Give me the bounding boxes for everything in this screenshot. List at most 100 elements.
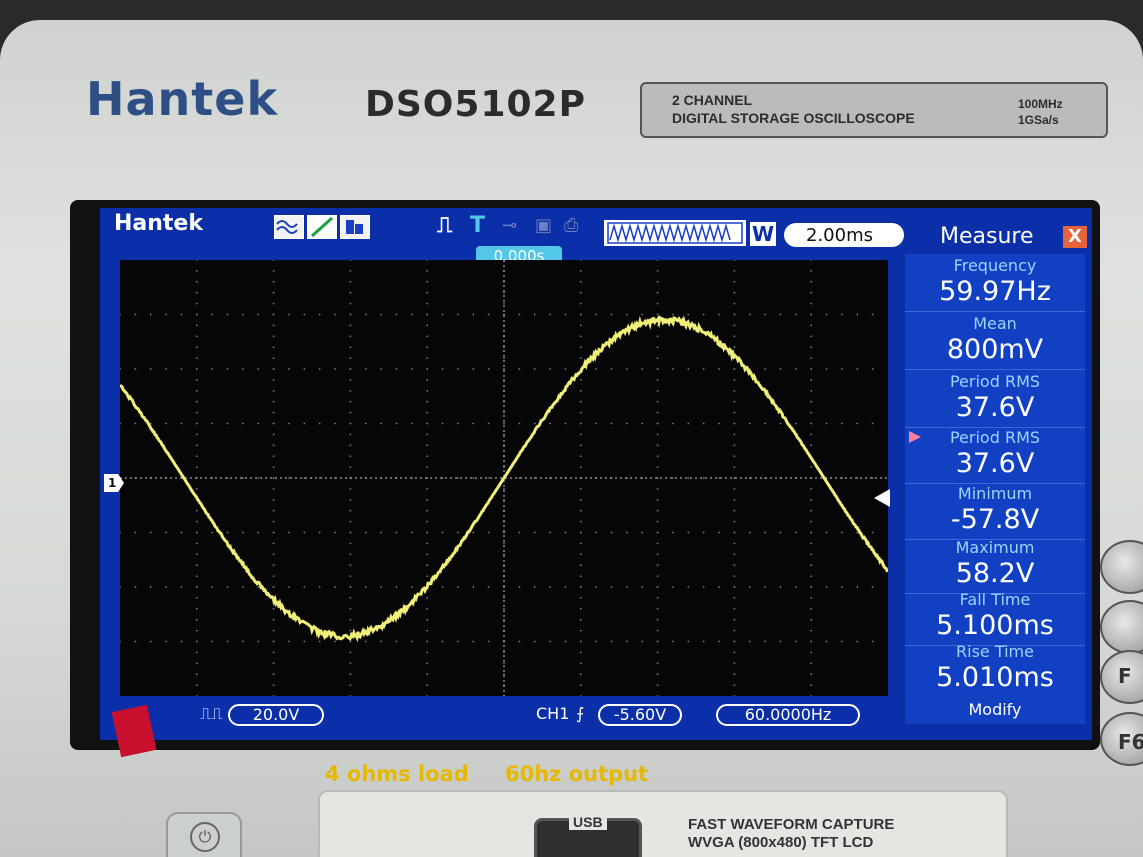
grid-dot bbox=[780, 314, 782, 316]
grid-dot bbox=[120, 368, 121, 370]
grid-dot bbox=[580, 434, 582, 436]
grid-dot bbox=[211, 586, 213, 588]
measure-item-period-rms[interactable]: Period RMS 37.6V bbox=[905, 370, 1085, 428]
grid-dot bbox=[641, 532, 643, 534]
grid-dot bbox=[841, 368, 843, 370]
grid-dot bbox=[518, 477, 520, 479]
grid-dot bbox=[611, 314, 613, 316]
grid-dot bbox=[749, 314, 751, 316]
grid-dot bbox=[273, 357, 275, 359]
grid-dot bbox=[150, 314, 152, 316]
grid-dot bbox=[426, 368, 428, 370]
ch1-volts-div-readout[interactable]: 20.0V bbox=[228, 704, 324, 726]
grid-dot bbox=[657, 662, 659, 664]
grid-dot bbox=[826, 641, 828, 643]
close-measure-button[interactable]: X bbox=[1063, 226, 1087, 248]
grid-dot bbox=[503, 357, 505, 359]
grid-dot bbox=[196, 521, 198, 523]
grid-dot bbox=[134, 586, 136, 588]
persistence-icon[interactable] bbox=[340, 215, 370, 239]
measure-item-frequency[interactable]: Frequency 59.97Hz bbox=[905, 254, 1085, 312]
grid-dot bbox=[196, 630, 198, 632]
grid-dot bbox=[134, 423, 136, 425]
grid-dot bbox=[426, 641, 428, 643]
grid-dot bbox=[810, 466, 812, 468]
grid-dot bbox=[718, 314, 720, 316]
measure-item-maximum[interactable]: Maximum 58.2V bbox=[905, 536, 1085, 594]
grid-dot bbox=[549, 586, 551, 588]
grid-dot bbox=[734, 292, 736, 294]
grid-dot bbox=[350, 466, 352, 468]
grid-dot bbox=[734, 260, 736, 261]
grid-dot bbox=[196, 292, 198, 294]
grid-dot bbox=[595, 532, 597, 534]
grid-dot bbox=[365, 532, 367, 534]
grid-dot bbox=[396, 368, 398, 370]
grid-dot bbox=[657, 553, 659, 555]
grid-dot bbox=[657, 532, 659, 534]
grid-dot bbox=[380, 314, 382, 316]
grid-dot bbox=[273, 619, 275, 621]
grid-dot bbox=[565, 314, 567, 316]
grid-dot bbox=[810, 543, 812, 545]
grid-dot bbox=[734, 379, 736, 381]
grid-dot bbox=[380, 586, 382, 588]
grid-dot bbox=[672, 477, 674, 479]
timebase-readout[interactable]: 2.00ms bbox=[784, 223, 904, 247]
grid-dot bbox=[534, 532, 536, 534]
grid-dot bbox=[810, 325, 812, 327]
grid-dot bbox=[242, 586, 244, 588]
grid-dot bbox=[611, 423, 613, 425]
grid-dot bbox=[641, 314, 643, 316]
measure-item-minimum[interactable]: Minimum -57.8V bbox=[905, 482, 1085, 540]
grid-dot bbox=[288, 423, 290, 425]
trigger-level-readout[interactable]: -5.60V bbox=[598, 704, 682, 726]
grid-dot bbox=[196, 510, 198, 512]
grid-dot bbox=[703, 641, 705, 643]
modify-button[interactable]: Modify bbox=[905, 700, 1085, 719]
grid-dot bbox=[580, 521, 582, 523]
grid-dot bbox=[672, 368, 674, 370]
acquire-mode-icon[interactable] bbox=[274, 215, 304, 239]
grid-dot bbox=[334, 314, 336, 316]
grid-dot bbox=[657, 695, 659, 696]
grid-dot bbox=[503, 662, 505, 664]
grid-dot bbox=[426, 401, 428, 403]
grid-dot bbox=[426, 444, 428, 446]
grid-dot bbox=[411, 532, 413, 534]
grid-dot bbox=[657, 444, 659, 446]
grid-dot bbox=[856, 586, 858, 588]
grid-dot bbox=[872, 532, 874, 534]
grid-dot bbox=[734, 368, 736, 370]
grid-dot bbox=[810, 652, 812, 654]
grid-dot bbox=[273, 586, 275, 588]
grid-dot bbox=[211, 641, 213, 643]
grid-dot bbox=[565, 641, 567, 643]
grid-dot bbox=[503, 303, 505, 305]
grid-dot bbox=[549, 314, 551, 316]
measure-item-mean[interactable]: Mean 800mV bbox=[905, 312, 1085, 370]
grid-dot bbox=[749, 532, 751, 534]
grid-dot bbox=[196, 575, 198, 577]
grid-dot bbox=[196, 401, 198, 403]
grid-dot bbox=[350, 597, 352, 599]
grid-dot bbox=[872, 586, 874, 588]
grid-dot bbox=[549, 368, 551, 370]
grid-dot bbox=[380, 641, 382, 643]
grid-dot bbox=[595, 314, 597, 316]
grid-dot bbox=[810, 510, 812, 512]
measure-value: 37.6V bbox=[905, 392, 1085, 423]
measure-item-fall-time[interactable]: Fall Time 5.100ms bbox=[905, 588, 1085, 646]
grid-dot bbox=[641, 423, 643, 425]
grid-dot bbox=[350, 641, 352, 643]
grid-dot bbox=[657, 684, 659, 686]
grid-dot bbox=[303, 368, 305, 370]
measure-item-period-rms-selected[interactable]: Period RMS 37.6V bbox=[905, 426, 1085, 484]
grid-dot bbox=[580, 510, 582, 512]
grid-dot bbox=[810, 401, 812, 403]
feature-line-1: FAST WAVEFORM CAPTURE bbox=[688, 816, 894, 834]
grid-dot bbox=[580, 652, 582, 654]
grid-dot bbox=[780, 423, 782, 425]
display-mode-icon[interactable] bbox=[307, 215, 337, 239]
measure-item-rise-time[interactable]: Rise Time 5.010ms bbox=[905, 640, 1085, 698]
